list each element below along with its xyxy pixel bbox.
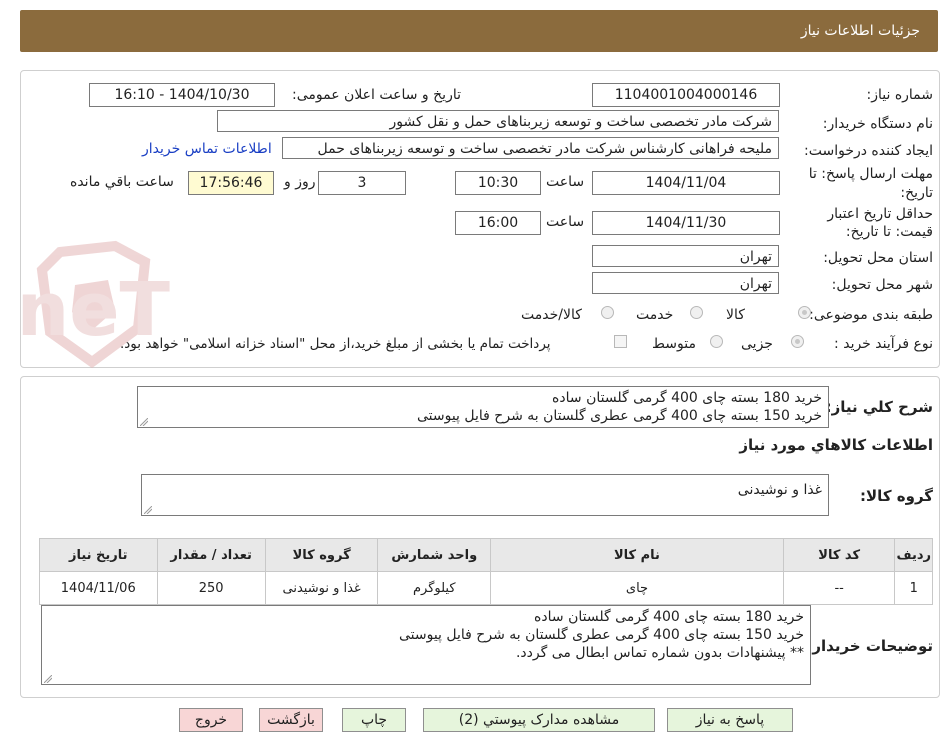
need-number-field: 1104001004000146 [592,83,780,107]
buyer-contact-link[interactable]: اطلاعات تماس خریدار [142,141,272,157]
goods-group-value: غذا و نوشیدنی [737,482,822,498]
announce-label: تاریخ و ساعت اعلان عمومی: [292,87,461,103]
treasury-checkbox[interactable] [614,335,627,348]
notes-line-2: خرید 150 بسته چای 400 گرمی عطری گلستان ب… [398,627,804,643]
process-radio-medium[interactable] [710,335,723,348]
category-option-service: خدمت [636,307,674,323]
col-unit: واحد شمارش [377,538,492,572]
notes-label: توضيحات خريدار: [806,637,933,655]
col-qty: تعداد / مقدار [156,538,266,572]
summary-textarea[interactable]: خرید 180 بسته چای 400 گرمی گلستان ساده خ… [137,386,829,428]
process-radio-minor[interactable] [791,335,804,348]
cell-row: 1 [894,571,933,605]
creator-label: ایجاد کننده درخواست: [804,143,933,159]
deadline-time-word: ساعت [546,174,585,190]
need-number-label: شماره نیاز: [866,87,934,103]
attachments-button[interactable]: مشاهده مدارک پيوستي (2) [423,708,655,732]
cell-code: -- [782,571,896,605]
col-group: گروه کالا [264,538,379,572]
category-radio-goods-service[interactable] [601,306,614,319]
announce-datetime-field: 1404/10/30 - 16:10 [89,83,275,107]
summary-label: شرح کلي نياز: [825,398,933,416]
process-label: نوع فرآیند خرید : [834,336,933,352]
col-row: رديف [894,538,933,572]
buyer-org-label: نام دستگاه خریدار: [822,116,933,132]
col-date: تاريخ نياز [39,538,158,572]
category-radio-goods[interactable] [798,306,811,319]
deadline-label-line2: تاریخ: [900,185,933,201]
resize-grip-icon[interactable] [140,418,148,426]
goods-section-title: اطلاعات کالاهاي مورد نياز [739,436,933,454]
days-field: 3 [318,171,406,195]
remaining-word: ساعت باقي مانده [70,174,174,190]
city-field: تهران [592,272,779,294]
reply-button[interactable]: پاسخ به نياز [667,708,793,732]
goods-table: رديف کد کالا نام کالا واحد شمارش گروه کا… [39,538,933,605]
buyer-org-field: شرکت مادر تخصصی ساخت و توسعه زیربناهای ح… [217,110,779,132]
payment-note: پرداخت تمام یا بخشی از مبلغ خرید،از محل … [120,336,551,352]
back-button[interactable]: بازگشت [259,708,323,732]
process-option-minor: جزیی [741,336,773,352]
summary-line-1: خرید 180 بسته چای 400 گرمی گلستان ساده [552,390,822,406]
category-label: طبقه بندی موضوعی: [809,307,933,323]
notes-line-1: خرید 180 بسته چای 400 گرمی گلستان ساده [534,609,804,625]
validity-label: حداقل تاریخ اعتبار [827,206,933,222]
days-word: روز و [284,174,316,190]
validity-date-field: 1404/11/30 [592,211,780,235]
remaining-time-field: 17:56:46 [188,171,274,195]
page-header: جزئیات اطلاعات نیاز [20,10,938,52]
cell-qty: 250 [156,571,266,605]
category-radio-service[interactable] [690,306,703,319]
goods-table-header: رديف کد کالا نام کالا واحد شمارش گروه کا… [39,538,933,572]
province-label: استان محل تحویل: [823,250,933,266]
deadline-date-field: 1404/11/04 [592,171,780,195]
resize-grip-icon[interactable] [144,506,152,514]
cell-unit: کیلوگرم [377,571,492,605]
cell-date: 1404/11/06 [39,571,158,605]
col-name: نام کالا [490,538,784,572]
page-title: جزئیات اطلاعات نیاز [800,23,920,39]
process-option-medium: متوسط [652,336,696,352]
cell-name: چای [490,571,784,605]
creator-field: ملیحه فراهانی کارشناس شرکت مادر تخصصی سا… [282,137,779,159]
validity-time-field: 16:00 [455,211,541,235]
notes-line-3: ** پیشنهادات بدون شماره تماس ابطال می گر… [515,645,804,661]
table-row: 1 -- چای کیلوگرم غذا و نوشیدنی 250 1404/… [39,571,933,605]
exit-button[interactable]: خروج [179,708,243,732]
goods-group-textarea[interactable]: غذا و نوشیدنی [141,474,829,516]
category-option-goods: کالا [726,307,745,323]
validity-label-line2: قیمت: تا تاریخ: [845,224,933,240]
cell-group: غذا و نوشیدنی [264,571,379,605]
goods-group-label: گروه کالا: [860,487,933,505]
deadline-time-field: 10:30 [455,171,541,195]
notes-textarea[interactable]: خرید 180 بسته چای 400 گرمی گلستان ساده خ… [41,605,811,685]
resize-grip-icon[interactable] [44,675,52,683]
category-option-goods-service: کالا/خدمت [521,307,582,323]
province-field: تهران [592,245,779,267]
city-label: شهر محل تحویل: [831,277,933,293]
print-button[interactable]: چاپ [342,708,406,732]
deadline-label: مهلت ارسال پاسخ: تا [808,166,933,182]
col-code: کد کالا [782,538,896,572]
summary-line-2: خرید 150 بسته چای 400 گرمی عطری گلستان ب… [416,408,822,424]
validity-time-word: ساعت [546,214,585,230]
